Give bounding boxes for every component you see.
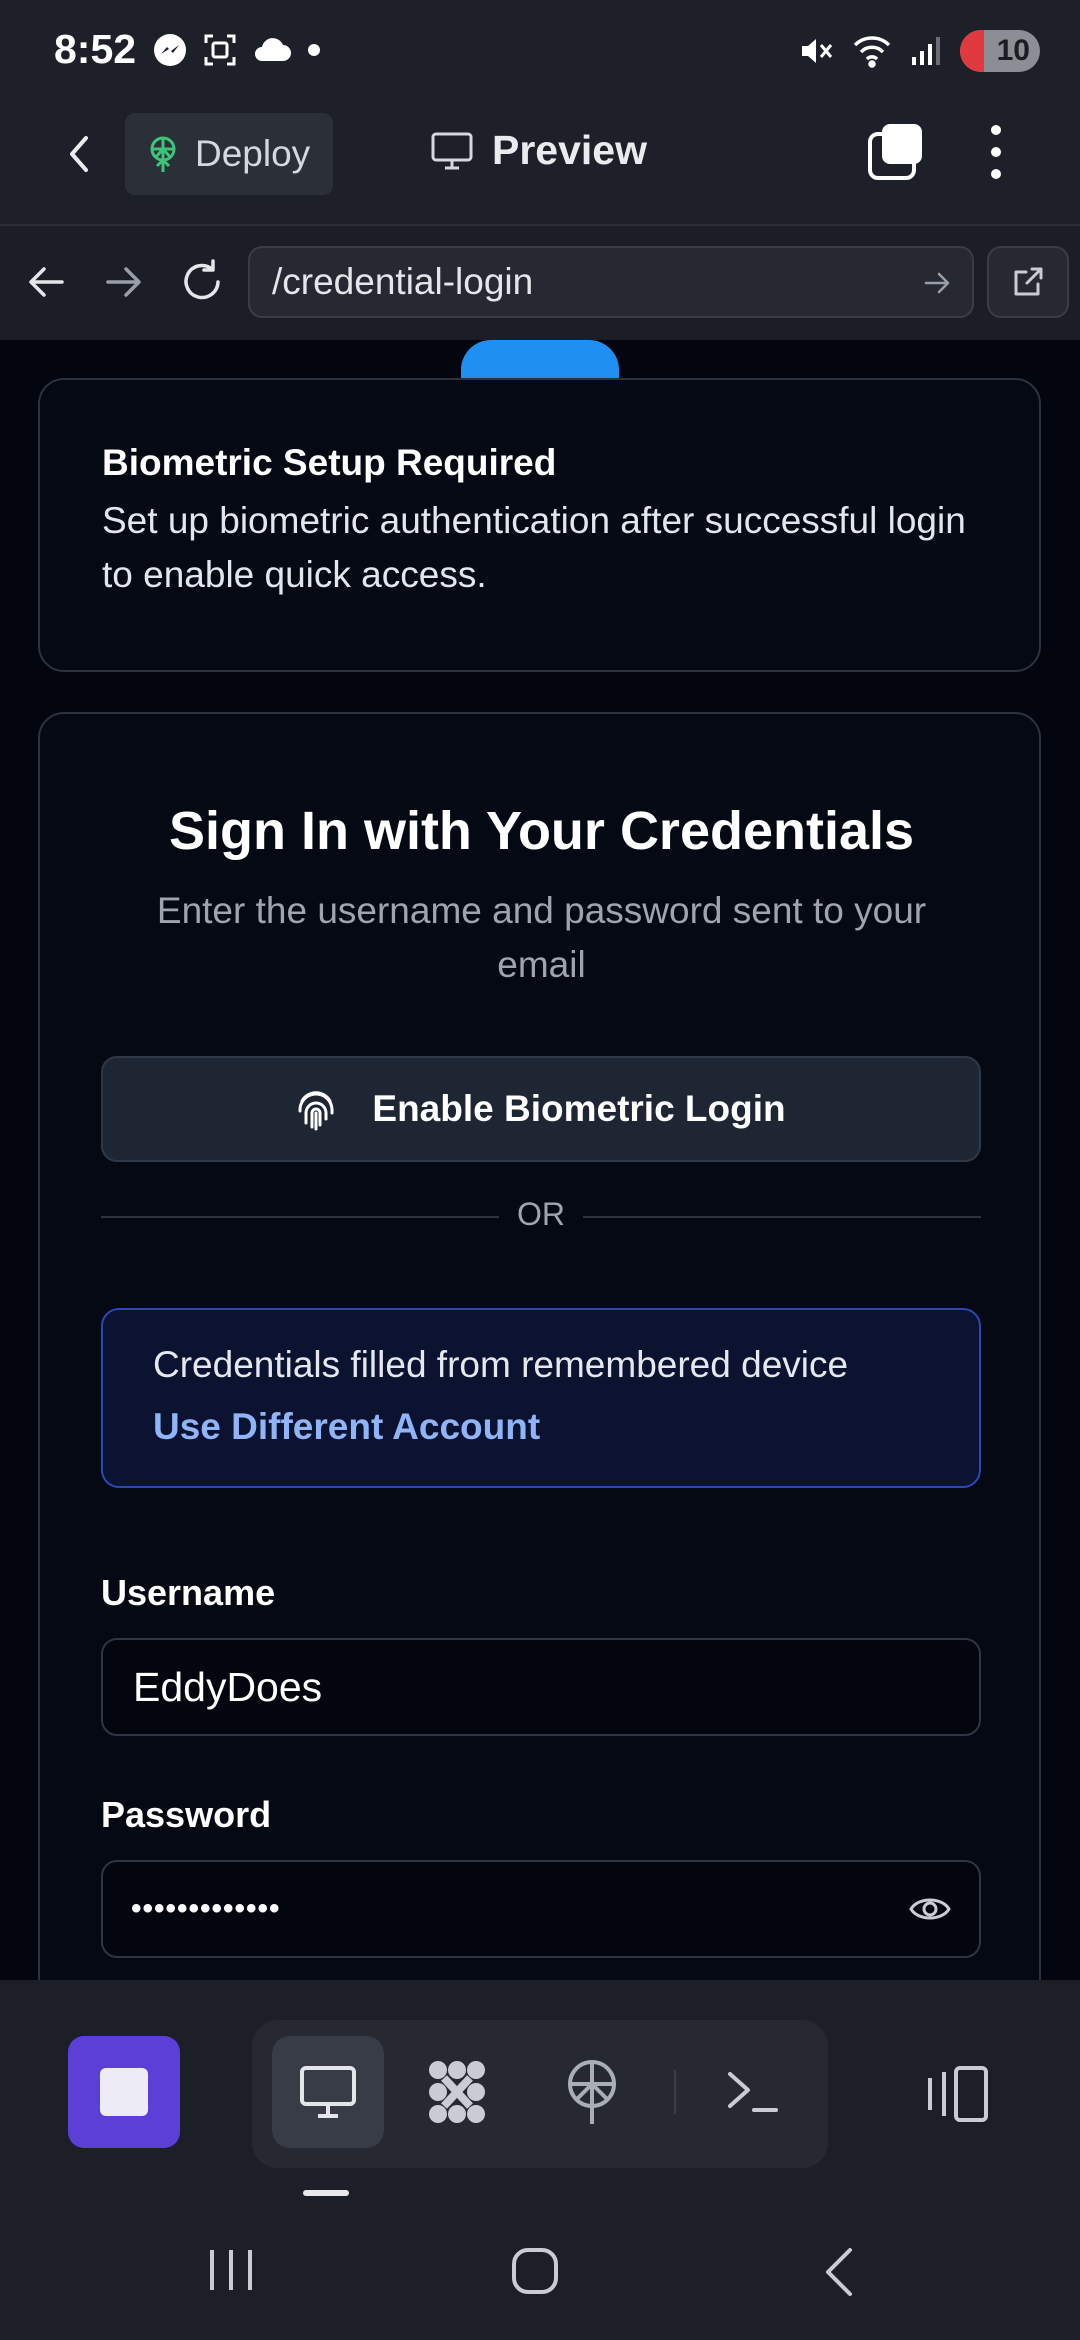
wifi-icon [852,33,892,69]
shell-tool-button[interactable] [724,2066,780,2118]
monitor-icon [430,131,474,171]
url-input[interactable]: /credential-login [248,246,974,318]
setup-text: Set up biometric authentication after su… [102,500,966,595]
scroll-indicator-tab[interactable] [461,340,619,380]
arrow-left-icon [29,267,64,297]
enable-biometric-button[interactable]: Enable Biometric Login [101,1056,981,1162]
deploy-icon [145,134,181,174]
view-switcher [252,2020,828,2168]
biometric-button-label: Enable Biometric Login [372,1088,786,1129]
password-masked-value: ••••••••••••• [131,1892,281,1925]
deploy-tree-icon [568,2060,616,2124]
system-back-button[interactable] [820,2246,860,2298]
external-link-icon [1014,267,1043,296]
browser-bar: /credential-login [0,224,1080,340]
show-password-button[interactable] [908,1887,952,1931]
or-text: OR [517,1196,565,1232]
screenshot-icon [202,32,238,68]
back-button[interactable] [56,130,104,178]
setup-title: Biometric Setup Required [102,442,557,483]
recents-button[interactable] [208,2246,254,2294]
username-input[interactable] [101,1638,981,1736]
reload-icon [184,259,220,300]
login-subtitle: Enter the username and password sent to … [156,890,927,985]
stop-icon [100,2068,148,2116]
arrow-right-icon [106,267,141,297]
login-title: Sign In with Your Credentials [168,801,915,861]
go-arrow-icon[interactable] [922,268,952,298]
stop-button[interactable] [68,2036,180,2148]
open-external-button[interactable] [987,246,1069,318]
browser-forward-button[interactable] [100,258,148,306]
browser-back-button[interactable] [22,258,70,306]
bottom-toolbar [0,1980,1080,2200]
eye-icon [909,1898,951,1920]
more-vertical-icon [991,125,1001,179]
messenger-icon [152,32,188,68]
status-bar: 8:52 10 [0,0,1080,104]
preview-label: Preview [492,127,647,173]
preview-content: Biometric Setup Required Set up biometri… [0,340,1080,1980]
mute-icon [798,33,834,69]
panel-toggle-button[interactable] [922,2064,992,2124]
workflow-tool-button[interactable] [422,2058,492,2126]
password-label: Password [101,1794,272,1835]
status-time: 8:52 [54,26,137,72]
fingerprint-icon [296,1087,336,1131]
back-chevron-icon [826,2248,852,2296]
dot-icon [306,42,322,58]
login-card: Sign In with Your Credentials Enter the … [38,712,1041,1980]
monitor-tool-icon [296,2060,360,2124]
username-label: Username [101,1572,276,1613]
signal-icon [910,35,942,67]
reload-button[interactable] [178,258,226,306]
remembered-text: Credentials filled from remembered devic… [153,1344,849,1385]
biometric-setup-card: Biometric Setup Required Set up biometri… [38,378,1041,672]
remembered-device-notice: Credentials filled from remembered devic… [101,1308,981,1488]
battery-icon: 10 [960,30,1040,72]
preview-title: Preview [430,127,647,174]
tabs-icon [868,124,922,180]
deploy-tool-button[interactable] [562,2058,622,2128]
system-nav-bar [0,2200,1080,2340]
more-menu-button[interactable] [980,122,1012,182]
or-divider: OR [101,1194,981,1238]
deploy-label: Deploy [195,133,311,174]
panel-icon [928,2066,988,2122]
workflow-icon [429,2061,485,2123]
recents-icon [210,2250,252,2290]
app-header: Deploy Preview [0,104,1080,224]
cloud-icon [252,35,292,65]
active-tool-indicator [303,2190,349,2196]
terminal-icon [728,2072,778,2112]
tabs-button[interactable] [866,120,926,184]
url-text: /credential-login [272,261,534,302]
battery-level: 10 [996,34,1030,67]
home-icon [512,2248,558,2294]
home-button[interactable] [510,2246,560,2296]
chevron-left-icon [70,136,88,172]
deploy-button[interactable]: Deploy [125,113,333,195]
use-different-account-link[interactable]: Use Different Account [153,1406,979,1448]
